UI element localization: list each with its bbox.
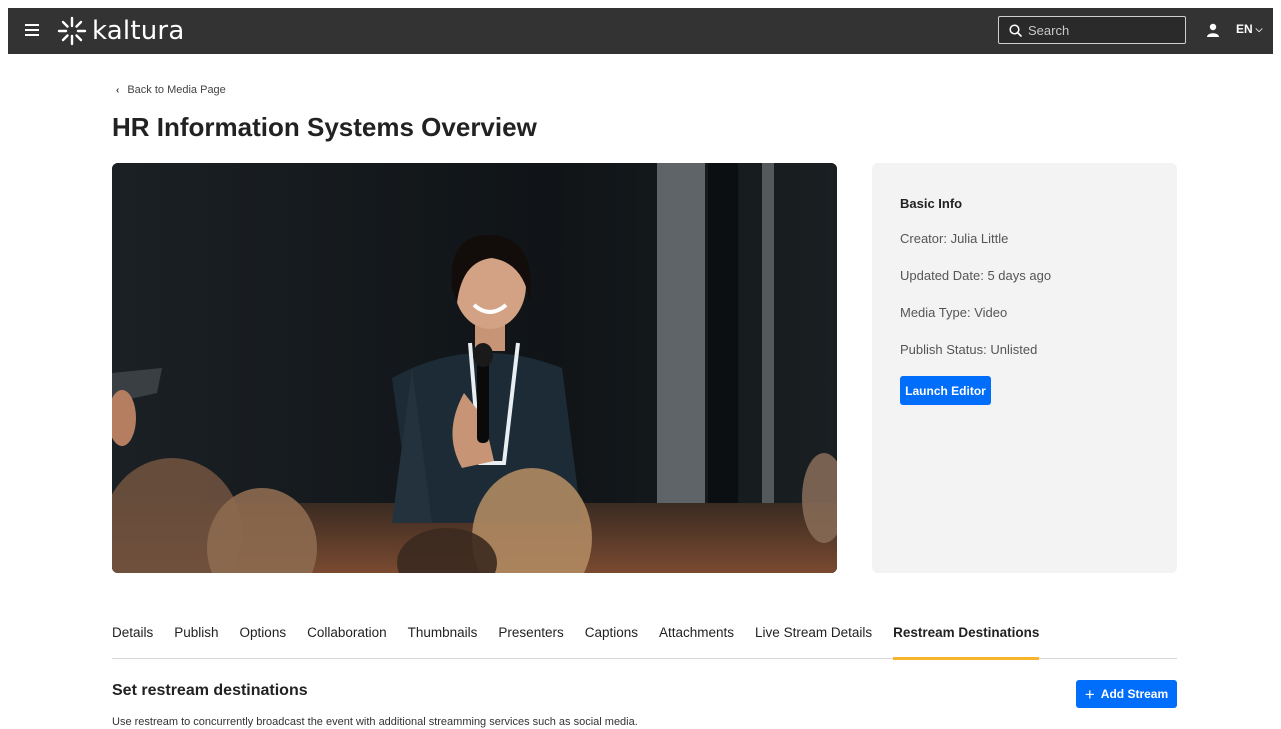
updated-date-info: Updated Date: 5 days ago <box>900 268 1052 283</box>
presenter-image <box>112 163 837 573</box>
language-label: EN <box>1236 22 1253 36</box>
back-link-label: Back to Media Page <box>127 84 226 96</box>
creator-info: Creator: Julia Little <box>900 231 1009 246</box>
hamburger-menu-icon[interactable] <box>25 22 41 36</box>
logo-text: kaltura <box>92 16 185 46</box>
language-selector[interactable]: EN ⌵ <box>1236 22 1263 36</box>
search-icon <box>1009 23 1022 37</box>
top-navigation-bar: kaltura EN ⌵ <box>8 8 1273 54</box>
tab-restream-destinations[interactable]: Restream Destinations <box>893 622 1040 660</box>
basic-info-heading: Basic Info <box>900 196 963 211</box>
plus-icon: + <box>1084 684 1095 704</box>
tab-attachments[interactable]: Attachments <box>659 622 734 659</box>
search-input[interactable] <box>1028 22 1178 38</box>
add-stream-label: Add Stream <box>1100 687 1169 701</box>
back-to-media-link[interactable]: ‹ Back to Media Page <box>116 84 226 96</box>
chevron-down-icon: ⌵ <box>1255 23 1263 34</box>
tab-live-stream-details[interactable]: Live Stream Details <box>755 622 872 659</box>
restream-section-title: Set restream destinations <box>112 682 308 699</box>
page-title: HR Information Systems Overview <box>112 112 537 142</box>
restream-section-description: Use restream to concurrently broadcast t… <box>112 716 638 728</box>
kaltura-logo[interactable]: kaltura <box>54 15 184 47</box>
publish-status-info: Publish Status: Unlisted <box>900 342 1038 357</box>
tab-details[interactable]: Details <box>112 622 153 659</box>
search-box[interactable] <box>998 16 1186 44</box>
media-thumbnail[interactable] <box>112 163 837 573</box>
media-type-info: Media Type: Video <box>900 305 1008 320</box>
launch-editor-button[interactable]: Launch Editor <box>900 376 991 405</box>
basic-info-panel: Basic Info Creator: Julia Little Updated… <box>872 163 1177 573</box>
tab-collaboration[interactable]: Collaboration <box>307 622 387 659</box>
user-icon[interactable] <box>1206 23 1220 37</box>
add-stream-button[interactable]: + Add Stream <box>1076 680 1177 708</box>
tab-publish[interactable]: Publish <box>174 622 218 659</box>
tab-options[interactable]: Options <box>240 622 287 659</box>
tab-presenters[interactable]: Presenters <box>498 622 563 659</box>
kaltura-sparkle-icon <box>57 16 87 46</box>
media-tabs: Details Publish Options Collaboration Th… <box>112 622 1177 660</box>
tab-captions[interactable]: Captions <box>585 622 638 659</box>
tab-thumbnails[interactable]: Thumbnails <box>408 622 478 659</box>
chevron-left-icon: ‹ <box>116 84 120 96</box>
